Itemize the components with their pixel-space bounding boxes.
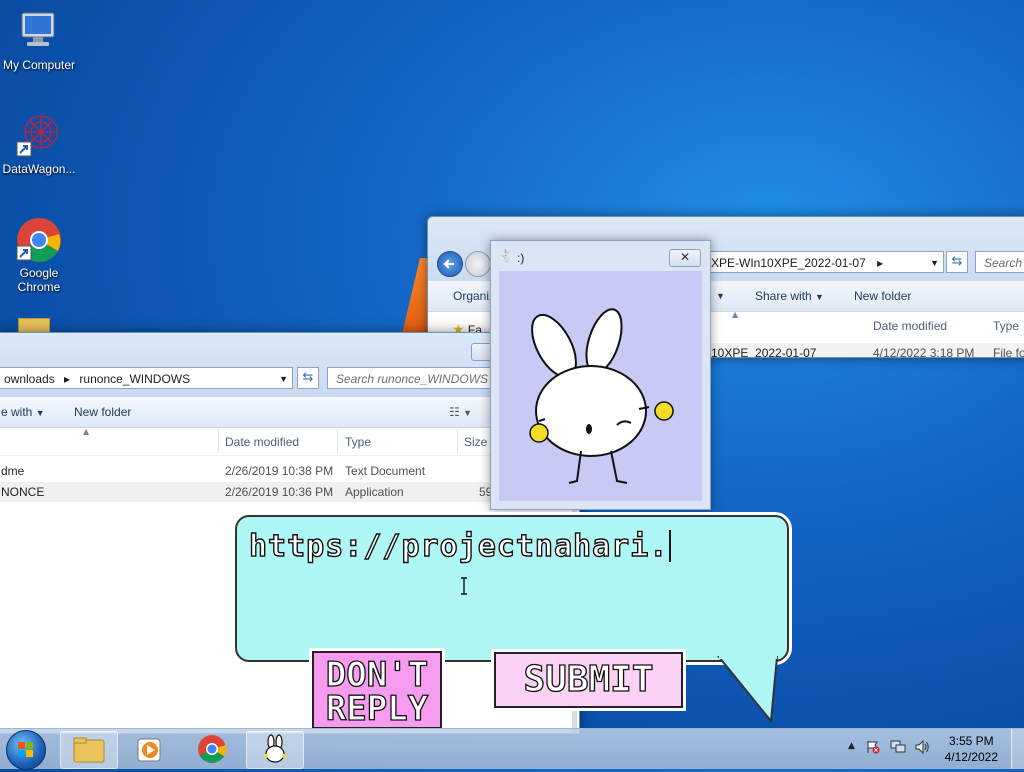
dont-reply-button[interactable]: DON'T REPLY	[312, 651, 442, 729]
chrome-shortcut[interactable]: Google Chrome	[0, 216, 78, 294]
breadcrumb-part-downloads[interactable]: ownloads	[4, 372, 55, 386]
file-date: 2/26/2019 10:36 PM	[225, 485, 334, 499]
system-clock[interactable]: 3:55 PM 4/12/2022	[945, 733, 998, 765]
chrome-icon	[15, 216, 63, 264]
column-date-modified[interactable]: Date modified	[873, 319, 947, 333]
popup-window[interactable]: 🐇 :) ✕	[490, 240, 711, 510]
breadcrumb-part-runonce[interactable]: runonce_WINDOWS	[79, 372, 190, 386]
file-row[interactable]: 10XPE_2022-01-07 4/12/2022 3:18 PM File …	[708, 343, 1024, 358]
dont-reply-line1: DON'T	[325, 655, 429, 695]
organize-menu[interactable]: Organiz	[453, 289, 495, 303]
taskbar-nahari-button[interactable]	[246, 731, 304, 769]
start-button[interactable]	[6, 730, 46, 770]
popup-title: :)	[517, 251, 525, 265]
dropdown-chevron-icon: ▼	[815, 292, 824, 302]
address-dropdown-icon[interactable]: ▼	[930, 252, 939, 272]
nahari-input-text: https://projectnahari.	[248, 528, 669, 564]
dropdown-chevron-icon[interactable]: ▼	[716, 291, 725, 301]
bunny-character-image	[499, 271, 702, 501]
column-type[interactable]: Type	[345, 435, 371, 449]
file-type: File fo	[993, 346, 1024, 358]
folder-icon	[73, 737, 105, 763]
forward-button[interactable]	[465, 251, 491, 277]
file-name: 10XPE_2022-01-07	[711, 346, 817, 358]
clock-date: 4/12/2022	[944, 750, 998, 764]
my-computer-label: My Computer	[2, 58, 76, 72]
breadcrumb-chevron-icon[interactable]: ▸	[877, 256, 883, 270]
dont-reply-line2: REPLY	[325, 689, 429, 729]
nahari-input-field[interactable]: https://projectnahari.	[248, 528, 672, 565]
clock-time: 3:55 PM	[948, 734, 994, 748]
back-arrow-icon	[443, 259, 454, 269]
column-type[interactable]: Type	[993, 319, 1019, 333]
my-computer-shortcut[interactable]: My Computer	[0, 8, 78, 72]
taskbar-chrome-button[interactable]	[184, 731, 240, 767]
close-button[interactable]: ✕	[669, 249, 701, 267]
tray-show-hidden-icon[interactable]: ▲	[848, 741, 855, 751]
bunny-icon	[264, 734, 286, 763]
network-icon[interactable]	[890, 740, 906, 754]
close-icon: ✕	[679, 250, 691, 264]
file-type: Text Document	[345, 464, 426, 478]
breadcrumb-chevron-icon[interactable]: ▸	[64, 372, 70, 386]
show-desktop-button[interactable]	[1011, 729, 1024, 769]
share-with-menu[interactable]: Share with ▼	[755, 289, 824, 303]
search-input[interactable]: Search runonce_WINDOWS	[327, 367, 497, 389]
new-folder-button[interactable]: New folder	[74, 405, 131, 419]
file-type: Application	[345, 485, 404, 499]
file-name: dme	[1, 464, 25, 478]
column-date-modified[interactable]: Date modified	[225, 435, 299, 449]
action-center-icon[interactable]	[866, 740, 880, 754]
volume-icon[interactable]	[914, 739, 930, 755]
dropdown-chevron-icon: ▼	[35, 408, 45, 418]
sort-arrow-icon: ▲	[732, 310, 739, 319]
column-size[interactable]: Size	[464, 435, 487, 449]
back-button[interactable]	[437, 251, 463, 277]
text-caret	[669, 530, 672, 562]
view-options-icon[interactable]: ☷ ▼	[449, 405, 472, 419]
share-with-menu[interactable]: e with ▼	[1, 405, 45, 419]
address-text: XPE-WIn10XPE_2022-01-07	[711, 256, 866, 270]
bubble-tail	[716, 653, 779, 724]
file-name: NONCE	[1, 485, 45, 499]
search-input[interactable]: Search	[975, 251, 1024, 273]
address-dropdown-icon[interactable]: ▼	[279, 368, 288, 388]
file-date: 4/12/2022 3:18 PM	[873, 346, 975, 358]
chrome-icon	[198, 735, 227, 763]
chrome-label: Google Chrome	[17, 266, 61, 294]
address-bar[interactable]: XPE-WIn10XPE_2022-01-07 ▸ ▼	[706, 251, 944, 273]
taskbar: ▲ 3:55 PM 4/12/2022	[0, 728, 1024, 770]
nahari-input-bubble[interactable]: https://projectnahari.	[235, 515, 789, 662]
sort-arrow-icon: ▲	[83, 427, 90, 436]
bunny-small-icon: 🐇	[499, 249, 514, 263]
taskbar-explorer-button[interactable]	[60, 731, 118, 769]
text-cursor-icon	[461, 577, 467, 595]
datawagon-shortcut[interactable]: DataWagon...	[0, 112, 78, 176]
submit-button[interactable]: SUBMIT	[494, 652, 683, 708]
refresh-button[interactable]: ⇆	[297, 367, 319, 389]
share-with-label: Share with	[755, 289, 812, 303]
address-bar[interactable]: ownloads ▸ runonce_WINDOWS ▼	[0, 367, 293, 389]
taskbar-media-player-button[interactable]	[122, 731, 178, 767]
datawagon-label: DataWagon...	[2, 162, 76, 176]
file-date: 2/26/2019 10:38 PM	[225, 464, 334, 478]
datawagon-icon	[15, 112, 63, 160]
computer-icon	[15, 8, 63, 56]
share-with-label: e with	[1, 405, 33, 419]
new-folder-button[interactable]: New folder	[854, 289, 911, 303]
media-player-icon	[137, 738, 161, 762]
refresh-button[interactable]: ⇆	[946, 251, 968, 273]
windows-logo-icon	[18, 742, 33, 757]
submit-label: SUBMIT	[523, 658, 654, 700]
